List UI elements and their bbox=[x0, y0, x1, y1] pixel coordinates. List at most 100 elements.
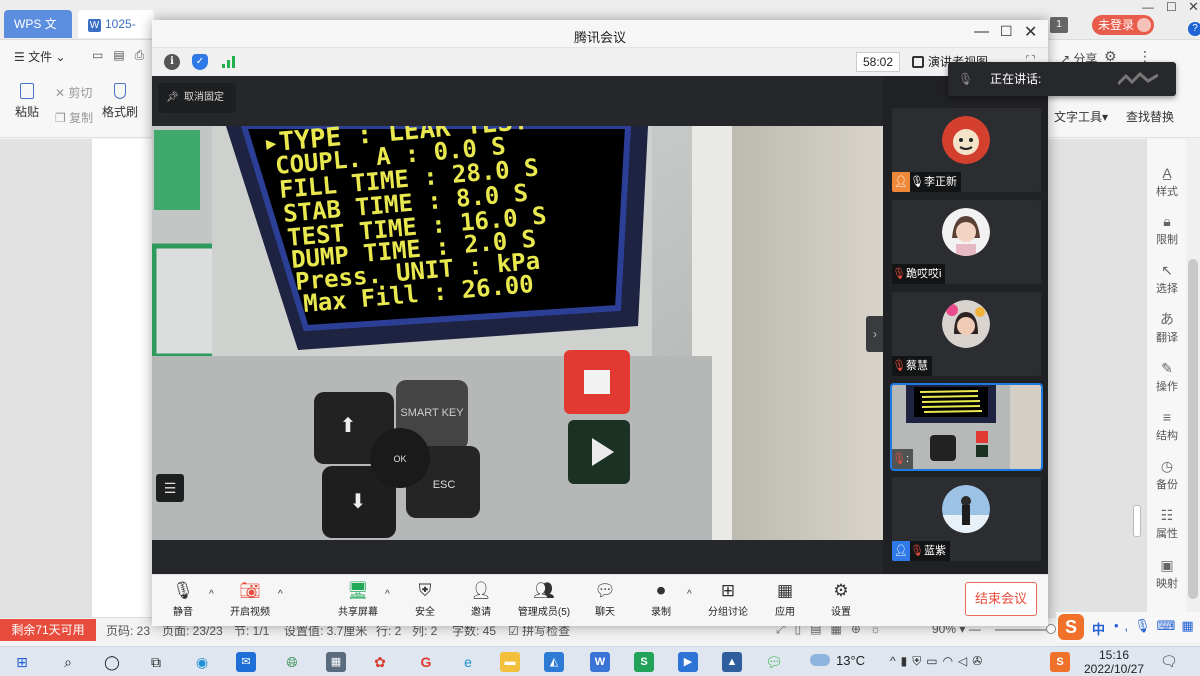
document-tab[interactable]: W1025-25 bbox=[78, 10, 154, 59]
participant-list-icon[interactable]: ☰ bbox=[156, 474, 184, 502]
login-button[interactable]: 未登录 bbox=[1092, 15, 1154, 35]
start-video-button[interactable]: 📷︎ 开启视频 bbox=[226, 580, 274, 618]
vertical-scrollbar[interactable] bbox=[1186, 139, 1200, 617]
share-screen-button[interactable]: 🖥︎ 共享屏幕 bbox=[334, 580, 382, 618]
maximize-icon[interactable]: ☐ bbox=[1000, 23, 1013, 40]
system-clock[interactable]: 15:16 2022/10/27 bbox=[1082, 648, 1146, 676]
sidebar-item-backup[interactable]: ◷ 备份 bbox=[1147, 458, 1187, 492]
record-icon: ⏺ bbox=[656, 581, 666, 600]
breakout-rooms-button[interactable]: ⊞ 分组讨论 bbox=[704, 580, 752, 618]
tab-count-badge[interactable]: 1 bbox=[1050, 17, 1068, 33]
video-app-icon[interactable]: ▶ bbox=[678, 652, 698, 672]
chevron-up-icon[interactable]: ^ bbox=[687, 589, 692, 600]
collapse-side-panel-handle[interactable]: › bbox=[866, 316, 884, 352]
apps-button[interactable]: ▦ 应用 bbox=[768, 580, 802, 618]
security-button[interactable]: ⛨ 安全 bbox=[408, 580, 442, 618]
maximize-icon[interactable]: ☐ bbox=[1166, 0, 1177, 14]
edge-browser-icon[interactable]: ◉ bbox=[192, 652, 212, 672]
user-avatar-icon bbox=[1137, 18, 1151, 32]
microphone-muted-icon: 🎙︎ bbox=[910, 545, 924, 557]
record-label: 录制 bbox=[651, 607, 671, 618]
sidebar-item-structure[interactable]: ≡ 结构 bbox=[1147, 409, 1187, 443]
chevron-up-icon[interactable]: ^ bbox=[209, 589, 214, 600]
wps-writer-icon[interactable]: W bbox=[590, 652, 610, 672]
wps-spreadsheet-icon[interactable]: S bbox=[634, 652, 654, 672]
close-icon[interactable]: ✕ bbox=[1024, 22, 1037, 42]
file-menu[interactable]: ☰ 文件 ⌄ bbox=[14, 48, 66, 65]
cursor-icon: ↖ bbox=[1161, 262, 1173, 278]
system-tray-icons[interactable]: ^▮⛨▭◠◁✇ bbox=[890, 654, 987, 669]
sidebar-item-operate[interactable]: ✎ 操作 bbox=[1147, 360, 1187, 394]
minimize-icon[interactable]: — bbox=[974, 23, 989, 40]
settings-button[interactable]: ⚙ 设置 bbox=[824, 580, 858, 618]
file-explorer-icon[interactable]: ▬ bbox=[500, 652, 520, 672]
sidebar-item-restrict[interactable]: 🔒︎ 限制 bbox=[1147, 213, 1187, 247]
participant-video-thumbnail bbox=[892, 385, 1041, 469]
document-page[interactable] bbox=[92, 139, 152, 617]
sidebar-item-select[interactable]: ↖ 选择 bbox=[1147, 262, 1187, 296]
network-signal-icon[interactable] bbox=[220, 54, 238, 70]
sidebar-item-translate[interactable]: あ翻译 bbox=[1147, 311, 1187, 345]
chat-button[interactable]: 💬︎ 聊天 bbox=[588, 580, 622, 618]
microphone-muted-icon: 🎙︎ bbox=[892, 360, 906, 372]
calculator-icon[interactable]: ▦ bbox=[326, 652, 346, 672]
participant-tile-active[interactable]: 🎙︎: bbox=[890, 383, 1043, 471]
mail-icon[interactable]: ✉ bbox=[236, 652, 256, 672]
scrollbar-thumb[interactable] bbox=[1188, 259, 1198, 599]
ime-tool-icons[interactable]: •,🎙︎⌨▦ bbox=[1114, 618, 1200, 634]
unpin-button[interactable]: 📌︎ 取消固定 bbox=[158, 83, 236, 113]
tencent-meeting-taskbar-icon[interactable]: ◭ bbox=[544, 652, 564, 672]
invite-button[interactable]: 👤︎ 邀请 bbox=[464, 580, 498, 618]
sogou-ime-icon[interactable]: S bbox=[1058, 614, 1084, 640]
cut-button[interactable]: ✕ 剪切 bbox=[55, 84, 92, 101]
notification-icon[interactable]: 🗨︎ bbox=[1160, 653, 1178, 670]
sidebar-item-properties[interactable]: ☷ 属性 bbox=[1147, 507, 1187, 541]
horizontal-ruler-handle[interactable] bbox=[1133, 505, 1141, 537]
format-painter-button[interactable]: 格式刷 bbox=[102, 83, 138, 120]
participant-name: : bbox=[906, 453, 910, 465]
app-icon[interactable]: ✿ bbox=[370, 652, 390, 672]
participant-tile[interactable]: 👤︎ 🎙︎李正新 bbox=[892, 108, 1041, 192]
info-icon[interactable]: i bbox=[164, 54, 180, 70]
weather-widget[interactable]: 13°C bbox=[810, 653, 865, 668]
chevron-up-icon[interactable]: ^ bbox=[385, 589, 390, 600]
end-meeting-button[interactable]: 结束会议 bbox=[965, 582, 1037, 616]
quick-access-icons[interactable]: ▭▤⎙ bbox=[92, 48, 154, 63]
app-g-icon[interactable]: G bbox=[416, 652, 436, 672]
task-view-icon[interactable]: ⧉ bbox=[146, 652, 166, 672]
text-tool-button[interactable]: 文字工具▾ bbox=[1054, 108, 1108, 125]
chevron-up-icon[interactable]: ^ bbox=[278, 589, 283, 600]
photos-icon[interactable]: ▲ bbox=[722, 652, 742, 672]
record-button[interactable]: ⏺ 录制 bbox=[644, 580, 678, 618]
wechat-icon[interactable]: 💬︎ bbox=[764, 652, 784, 672]
globe-app-icon[interactable]: 🌐︎ bbox=[282, 652, 302, 672]
security-label: 安全 bbox=[415, 607, 435, 618]
cortana-icon[interactable]: ◯ bbox=[102, 652, 122, 672]
participant-tile[interactable]: 🎙︎蔡慧 bbox=[892, 292, 1041, 376]
ime-language-toggle[interactable]: 中 bbox=[1092, 619, 1105, 638]
microphone-icon: 🎙︎ bbox=[958, 72, 974, 86]
paste-button[interactable]: 粘贴 bbox=[12, 83, 42, 120]
sidebar-item-style[interactable]: A̲ 样式 bbox=[1147, 165, 1187, 199]
copy-button[interactable]: ❐ 复制 bbox=[55, 109, 93, 126]
shield-icon[interactable]: ✓ bbox=[192, 54, 208, 70]
manage-members-button[interactable]: 👥︎ 管理成员(5) bbox=[512, 580, 576, 618]
wps-app-tab[interactable]: WPS 文字 bbox=[4, 10, 72, 59]
svg-text:⬆: ⬆ bbox=[340, 415, 357, 437]
sogou-tray-icon[interactable]: S bbox=[1050, 652, 1070, 672]
participant-tile[interactable]: 👤︎ 🎙︎蓝紫 bbox=[892, 477, 1041, 561]
internet-explorer-icon[interactable]: e bbox=[458, 652, 478, 672]
help-icon[interactable]: ? bbox=[1188, 22, 1200, 36]
trial-badge[interactable]: 剩余71天可用 bbox=[0, 619, 96, 641]
search-icon[interactable]: ⌕ bbox=[58, 652, 78, 672]
find-replace-button[interactable]: 查找替换 bbox=[1126, 108, 1174, 125]
chevron-down-icon: ⌄ bbox=[52, 50, 66, 64]
windows-start-icon[interactable]: ⊞ bbox=[12, 652, 32, 672]
edit-icon: ✎ bbox=[1161, 360, 1173, 376]
participant-tile[interactable]: 🎙︎跪哎哎i bbox=[892, 200, 1041, 284]
mute-button[interactable]: 🎙︎ 静音 bbox=[166, 580, 200, 618]
minimize-icon[interactable]: — bbox=[1142, 0, 1154, 14]
status-page-number[interactable]: 页码: 23 bbox=[106, 622, 150, 639]
sidebar-item-mapping[interactable]: ▣ 映射 bbox=[1147, 557, 1187, 591]
close-icon[interactable]: ✕ bbox=[1188, 0, 1199, 15]
